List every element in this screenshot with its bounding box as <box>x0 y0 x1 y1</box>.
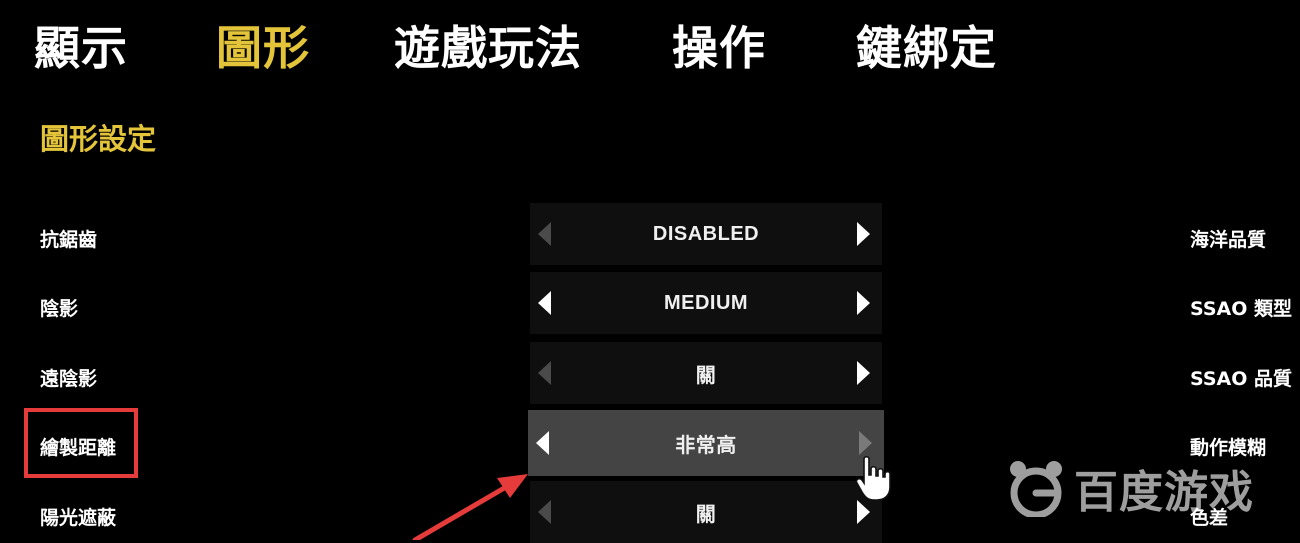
watermark: 百度游戏 <box>1006 456 1254 520</box>
watermark-text: 百度游戏 <box>1074 467 1254 518</box>
baidu-paw-icon <box>1010 461 1062 517</box>
hand-pointer-icon <box>855 455 891 501</box>
